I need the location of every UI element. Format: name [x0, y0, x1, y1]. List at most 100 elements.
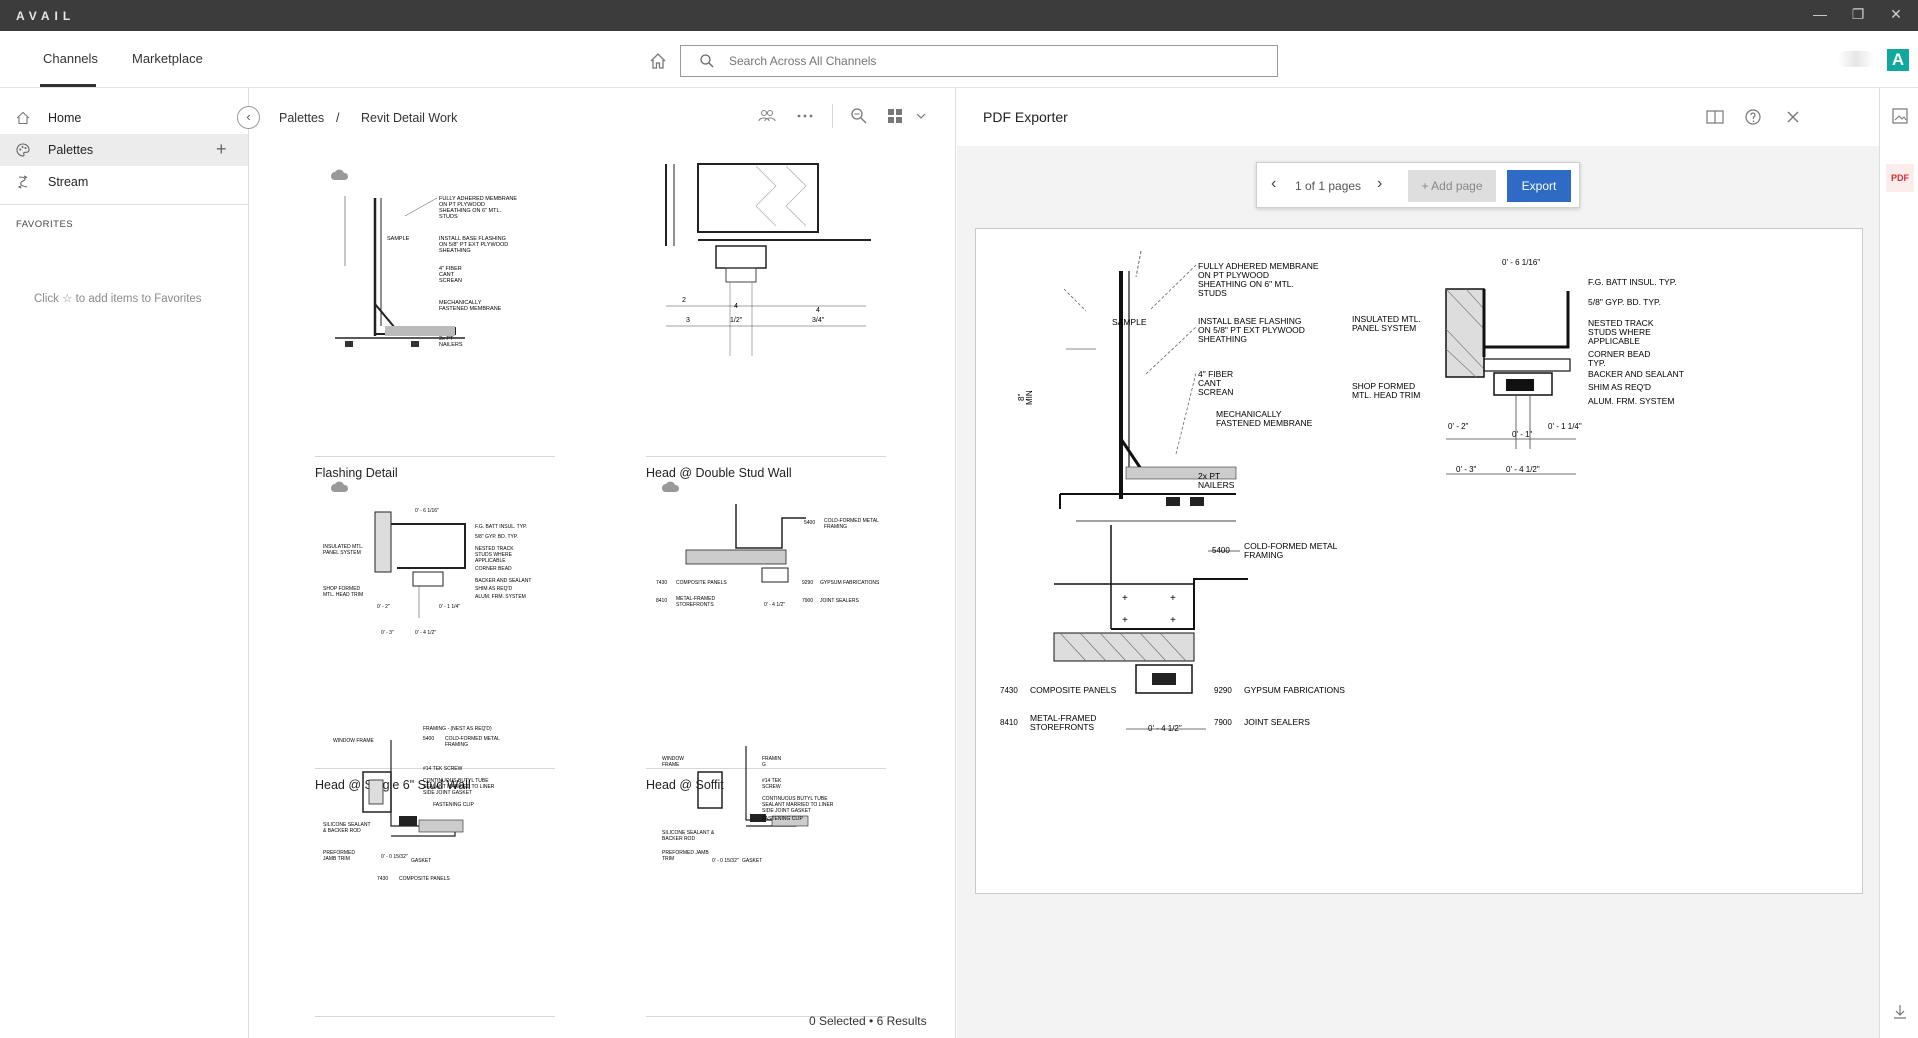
sidebar-item-label: Stream — [48, 175, 89, 189]
pdf-exporter-panel: PDF Exporter ‹ 1 of 1 pages › + Add page… — [957, 88, 1879, 1038]
sidebar-item-palettes[interactable]: Palettes + — [0, 134, 248, 166]
export-button[interactable]: Export — [1507, 170, 1571, 202]
svg-text:7430: 7430 — [656, 580, 667, 586]
svg-text:SHEATHING: SHEATHING — [1198, 334, 1247, 344]
close-window-icon[interactable]: ✕ — [1886, 6, 1906, 23]
svg-text:0' - 0 15/32": 0' - 0 15/32" — [712, 858, 739, 864]
collapse-sidebar-button[interactable]: ‹ — [237, 106, 260, 129]
svg-text:SCREAN: SCREAN — [439, 278, 462, 284]
svg-text:0' - 4 1/2": 0' - 4 1/2" — [415, 630, 436, 636]
favorites-hint: Click ☆ to add items to Favorites — [34, 293, 202, 305]
svg-text:0' - 4 1/2": 0' - 4 1/2" — [764, 602, 785, 608]
home-icon — [16, 111, 30, 125]
svg-text:5400: 5400 — [423, 736, 434, 742]
window-frame-thumbnail: WINDOW FRAME FRAMING - (NEST AS REQ'D) 5… — [323, 726, 500, 882]
add-palette-button[interactable]: + — [216, 139, 227, 160]
palette-card[interactable]: WINDOW FRAME FRAMIN G #14 TEK SCREW CONTINU… — [646, 716, 886, 1017]
jamb-detail-thumbnail: WINDOWFRAME FRAMING #14 TEKSCREW CONTINU… — [662, 746, 834, 864]
svg-text:4: 4 — [734, 303, 738, 310]
card-divider — [315, 1016, 555, 1017]
svg-text:SCREW: SCREW — [762, 784, 781, 790]
svg-text:NAILERS: NAILERS — [1198, 480, 1235, 490]
svg-text:SAMPLE: SAMPLE — [1112, 317, 1147, 327]
palette-card[interactable]: WINDOW FRAME FRAMING - (NEST AS REQ'D) 5… — [315, 716, 555, 1017]
sidebar-item-stream[interactable]: Stream — [0, 166, 248, 198]
breadcrumb-separator: / — [336, 111, 340, 125]
head-detail-drawing: 0' - 6 1/16" F.G. BATT INSUL. TYP. 5/8" … — [1352, 258, 1684, 475]
page-controls: ‹ 1 of 1 pages › + Add page Export — [1256, 162, 1580, 208]
svg-text:SCREAN: SCREAN — [1198, 387, 1233, 397]
svg-text:JOINT SEALERS: JOINT SEALERS — [1244, 717, 1310, 727]
search-input[interactable] — [729, 52, 1259, 70]
palette-card[interactable]: FULLY ADHERED MEMBRANE ON PT PLYWOOD SHE… — [315, 156, 555, 480]
detail-drawings-sheet: FULLY ADHERED MEMBRANE ON PT PLYWOOD SHE… — [1000, 250, 1684, 733]
svg-text:FASTENED MEMBRANE: FASTENED MEMBRANE — [439, 306, 502, 312]
svg-text:+: + — [1122, 593, 1128, 604]
svg-text:#14 TEK SCREW: #14 TEK SCREW — [423, 766, 463, 772]
svg-text:0' - 1 1/4": 0' - 1 1/4" — [439, 604, 460, 610]
sidebar-divider — [0, 204, 248, 205]
svg-text:STUDS: STUDS — [439, 214, 458, 220]
image-preview-icon[interactable] — [1890, 106, 1910, 126]
download-icon[interactable] — [1890, 1002, 1910, 1022]
svg-text:BACKER AND SEALANT: BACKER AND SEALANT — [1588, 369, 1684, 379]
prev-page-button[interactable]: ‹ — [1271, 175, 1276, 193]
svg-text:& BACKER ROD: & BACKER ROD — [323, 828, 361, 834]
breadcrumb-current: Revit Detail Work — [361, 111, 458, 125]
palette-card[interactable]: 23 4 1/2" 4 3/4" Head @ Double Stud Wall — [646, 156, 886, 480]
restore-icon[interactable]: ❐ — [1848, 6, 1868, 23]
add-page-button[interactable]: + Add page — [1408, 170, 1496, 202]
soffit-thumbnail: 5400 COLD-FORMED METALFRAMING 7430 COMPOSI… — [656, 481, 880, 608]
chevron-down-icon[interactable] — [911, 106, 931, 126]
split-view-icon[interactable] — [1705, 107, 1725, 127]
home-icon[interactable] — [648, 51, 668, 71]
svg-text:FRAMING - (NEST AS REQ'D): FRAMING - (NEST AS REQ'D) — [423, 726, 492, 732]
tab-channels[interactable]: Channels — [43, 51, 98, 66]
svg-text:SAMPLE: SAMPLE — [387, 236, 410, 242]
minimize-icon[interactable]: — — [1810, 6, 1830, 22]
breadcrumb-palettes[interactable]: Palettes — [279, 111, 324, 125]
svg-text:SHIM AS REQ'D: SHIM AS REQ'D — [1588, 382, 1651, 392]
svg-text:5400: 5400 — [804, 520, 815, 526]
users-icon[interactable] — [757, 106, 777, 126]
svg-text:0' - 3": 0' - 3" — [1456, 465, 1477, 474]
svg-text:9290: 9290 — [1214, 686, 1232, 695]
pdf-page-preview: FULLY ADHERED MEMBRANE ON PT PLYWOOD SHE… — [975, 228, 1863, 894]
svg-text:MTL. HEAD TRIM: MTL. HEAD TRIM — [1352, 390, 1420, 400]
svg-text:ALUM. FRM. SYSTEM: ALUM. FRM. SYSTEM — [475, 594, 526, 600]
close-icon[interactable] — [1783, 107, 1803, 127]
svg-text:NAILERS: NAILERS — [439, 342, 463, 348]
search-box[interactable] — [680, 45, 1278, 77]
svg-text:4: 4 — [816, 307, 820, 314]
search-icon — [700, 54, 714, 68]
svg-text:SHEATHING: SHEATHING — [439, 248, 471, 254]
svg-text:ALUM. FRM. SYSTEM: ALUM. FRM. SYSTEM — [1588, 396, 1674, 406]
svg-text:0' - 2": 0' - 2" — [377, 604, 390, 610]
user-avatar[interactable] — [1838, 51, 1874, 67]
svg-text:GASKET: GASKET — [742, 858, 762, 864]
flashing-detail-thumbnail: FULLY ADHERED MEMBRANE ON PT PLYWOOD SHE… — [330, 169, 517, 348]
svg-text:COMPOSITE PANELS: COMPOSITE PANELS — [1030, 685, 1117, 695]
sidebar-item-home[interactable]: Home — [0, 102, 248, 134]
zoom-icon[interactable] — [849, 106, 869, 126]
top-navigation: Channels Marketplace A — [0, 31, 1918, 88]
help-icon[interactable] — [1743, 107, 1763, 127]
svg-text:0' - 1": 0' - 1" — [1512, 430, 1533, 439]
pdf-exporter-tab[interactable]: PDF — [1886, 164, 1914, 192]
svg-text:BACKER ROD: BACKER ROD — [662, 836, 695, 842]
svg-text:0' - 4 1/2": 0' - 4 1/2" — [1506, 465, 1540, 474]
toolbar-divider — [832, 104, 833, 128]
svg-text:JAMB TRIM: JAMB TRIM — [323, 856, 350, 862]
next-page-button[interactable]: › — [1377, 175, 1382, 193]
svg-text:0' - 6 1/16": 0' - 6 1/16" — [415, 508, 439, 514]
app-brand: AVAIL — [16, 9, 76, 23]
exporter-header: PDF Exporter — [957, 88, 1879, 146]
grid-view-icon[interactable] — [885, 106, 905, 126]
svg-text:WINDOW FRAME: WINDOW FRAME — [333, 738, 374, 744]
cloud-icon — [330, 169, 349, 180]
more-options-icon[interactable] — [795, 106, 815, 126]
svg-text:2: 2 — [682, 297, 686, 304]
soffit-detail-drawing: + + + + 5400 COLD-FORMED METAL FRAMING 743… — [1000, 525, 1345, 733]
svg-text:SHIM AS REQ'D: SHIM AS REQ'D — [475, 586, 512, 592]
tab-marketplace[interactable]: Marketplace — [132, 51, 203, 66]
